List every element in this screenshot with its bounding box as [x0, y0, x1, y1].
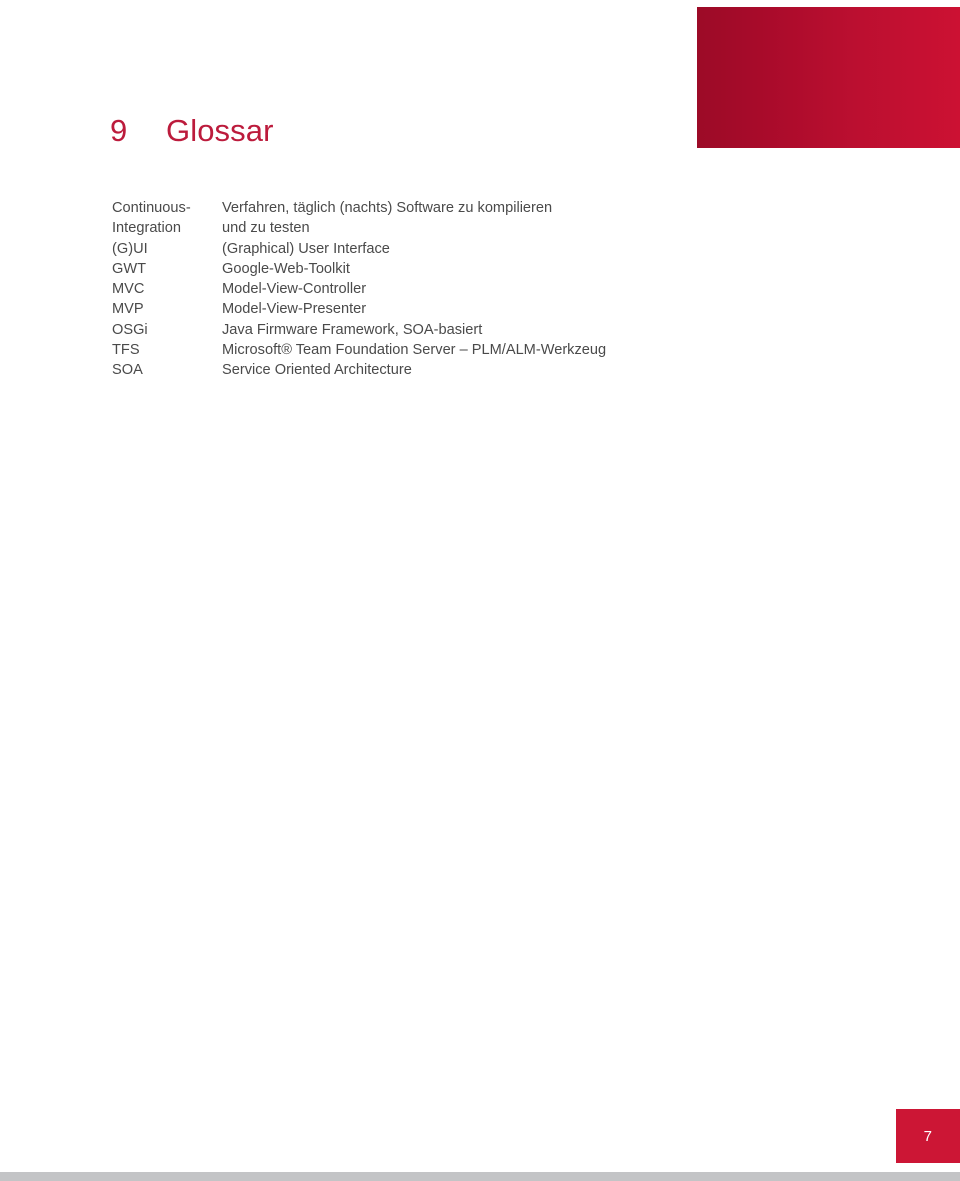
glossary-definition: Java Firmware Framework, SOA-basiert: [222, 321, 483, 338]
glossary-term: SOA: [112, 362, 143, 379]
table-row: MVP Model-View-Presenter: [112, 299, 812, 319]
glossary-term: MVC: [112, 281, 145, 298]
table-row: GWT Google-Web-Toolkit: [112, 259, 812, 279]
glossary-definition: Microsoft® Team Foundation Server – PLM/…: [222, 342, 607, 359]
page-title: 9 Glossar: [110, 113, 274, 149]
glossary-definition: (Graphical) User Interface: [222, 240, 390, 257]
glossary-definition: und zu testen: [222, 220, 310, 237]
glossary-table-body: Continuous- Verfahren, täglich (nachts) …: [112, 198, 812, 381]
table-row: SOA Service Oriented Architecture: [112, 360, 812, 380]
glossary-term: Integration: [112, 220, 181, 237]
chapter-title: Glossar: [166, 113, 274, 148]
glossary-definition: Verfahren, täglich (nachts) Software zu …: [222, 200, 553, 216]
glossary-term: MVP: [112, 301, 144, 318]
table-row: (G)UI (Graphical) User Interface: [112, 239, 812, 259]
glossary-definition: Google-Web-Toolkit: [222, 260, 350, 277]
table-row: Continuous- Verfahren, täglich (nachts) …: [112, 198, 812, 218]
glossary-term: Continuous-: [112, 200, 191, 216]
glossary-table: Continuous- Verfahren, täglich (nachts) …: [112, 198, 812, 381]
glossary-definition: Model-View-Presenter: [222, 301, 367, 318]
glossary-term: TFS: [112, 342, 140, 359]
table-row: Integration und zu testen: [112, 218, 812, 238]
page-number: 7: [923, 1127, 933, 1145]
glossary-definition: Service Oriented Architecture: [222, 362, 412, 379]
decorative-red-gradient-banner: [697, 7, 960, 148]
glossary-term: GWT: [112, 260, 147, 277]
table-row: TFS Microsoft® Team Foundation Server – …: [112, 340, 812, 360]
table-row: MVC Model-View-Controller: [112, 279, 812, 299]
page-number-badge: 7: [896, 1109, 960, 1163]
glossary-term: OSGi: [112, 321, 148, 338]
chapter-number: 9: [110, 113, 128, 148]
glossary-term: (G)UI: [112, 240, 148, 257]
table-row: OSGi Java Firmware Framework, SOA-basier…: [112, 320, 812, 340]
document-page: 9 Glossar Continuous- Verfahren, täglich…: [0, 0, 960, 1172]
viewer-bottom-strip: [0, 1172, 960, 1181]
glossary-definition: Model-View-Controller: [222, 281, 367, 298]
